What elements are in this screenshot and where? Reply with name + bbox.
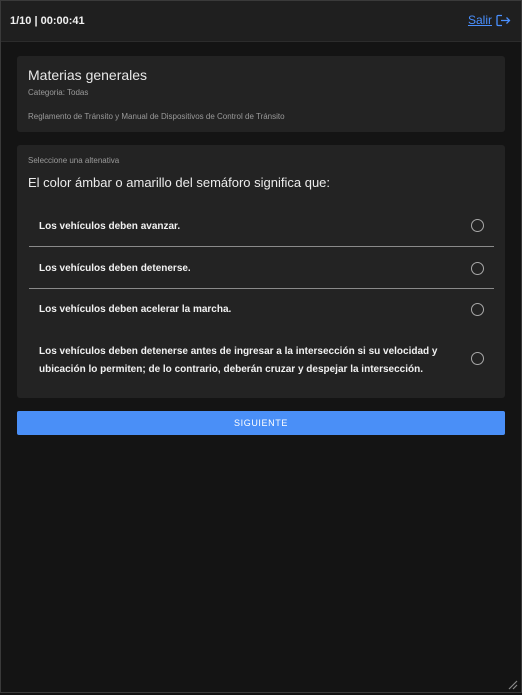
question-text: El color ámbar o amarillo del semáforo s… [28, 175, 331, 190]
answer-option-label[interactable]: Los vehículos deben detenerse antes de i… [39, 343, 444, 379]
answer-option-1[interactable]: Los vehículos deben avanzar. [29, 209, 494, 247]
logout-icon[interactable] [496, 14, 511, 27]
radio-button[interactable] [471, 303, 484, 316]
app-window: 1/10 | 00:00:41 Salir Materias generales… [0, 0, 522, 693]
answer-option-4[interactable]: Los vehículos deben detenerse antes de i… [29, 334, 494, 384]
radio-button[interactable] [471, 352, 484, 365]
exit-button[interactable]: Salir [468, 13, 511, 27]
answer-option-2[interactable]: Los vehículos deben detenerse. [29, 247, 494, 289]
radio-button[interactable] [471, 262, 484, 275]
resize-handle-icon[interactable] [506, 677, 518, 690]
answer-option-label[interactable]: Los vehículos deben avanzar. [39, 218, 444, 236]
top-bar: 1/10 | 00:00:41 Salir [1, 1, 521, 42]
answer-option-label[interactable]: Los vehículos deben acelerar la marcha. [39, 301, 444, 319]
progress-timer: 1/10 | 00:00:41 [10, 15, 85, 27]
subject-info-card: Materias generales Categoria: Todas Regl… [17, 56, 505, 132]
radio-button[interactable] [471, 219, 484, 232]
category-label: Categoria: Todas [28, 88, 89, 97]
question-card: Seleccione una altenativa El color ámbar… [17, 145, 505, 398]
answer-option-3[interactable]: Los vehículos deben acelerar la marcha. [29, 289, 494, 330]
subject-title: Materias generales [28, 67, 148, 83]
reference-label: Reglamento de Tránsito y Manual de Dispo… [28, 112, 285, 121]
question-hint: Seleccione una altenativa [28, 156, 120, 165]
next-button[interactable]: SIGUIENTE [17, 411, 505, 435]
answer-option-label[interactable]: Los vehículos deben detenerse. [39, 260, 444, 278]
exit-label[interactable]: Salir [468, 13, 492, 27]
